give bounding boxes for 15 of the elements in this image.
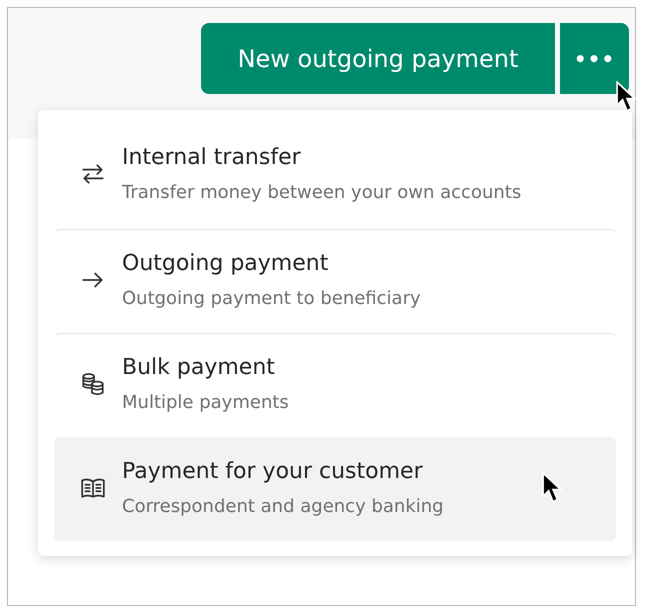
- cursor-icon: [542, 472, 564, 505]
- item-title: Internal transfer: [122, 145, 302, 170]
- menu-item[interactable]: Payment for your customer Correspondent and agency banking: [54, 437, 616, 541]
- coins-icon: [80, 371, 106, 397]
- item-description: Transfer money between your own accounts: [122, 182, 522, 203]
- menu-item[interactable]: Outgoing payment Outgoing payment to beneficiary: [54, 229, 616, 333]
- item-description: Outgoing payment to beneficiary: [122, 288, 421, 309]
- new-payment-button[interactable]: New outgoing payment: [201, 23, 555, 94]
- item-description: Multiple payments: [122, 392, 289, 413]
- item-title: Bulk payment: [122, 355, 276, 380]
- more-button[interactable]: •••: [560, 23, 629, 94]
- item-description: Correspondent and agency banking: [122, 496, 444, 517]
- item-title: Payment for your customer: [122, 459, 424, 484]
- item-title: Outgoing payment: [122, 251, 330, 276]
- menu-item[interactable]: Internal transfer Transfer money between your own accounts: [54, 133, 616, 229]
